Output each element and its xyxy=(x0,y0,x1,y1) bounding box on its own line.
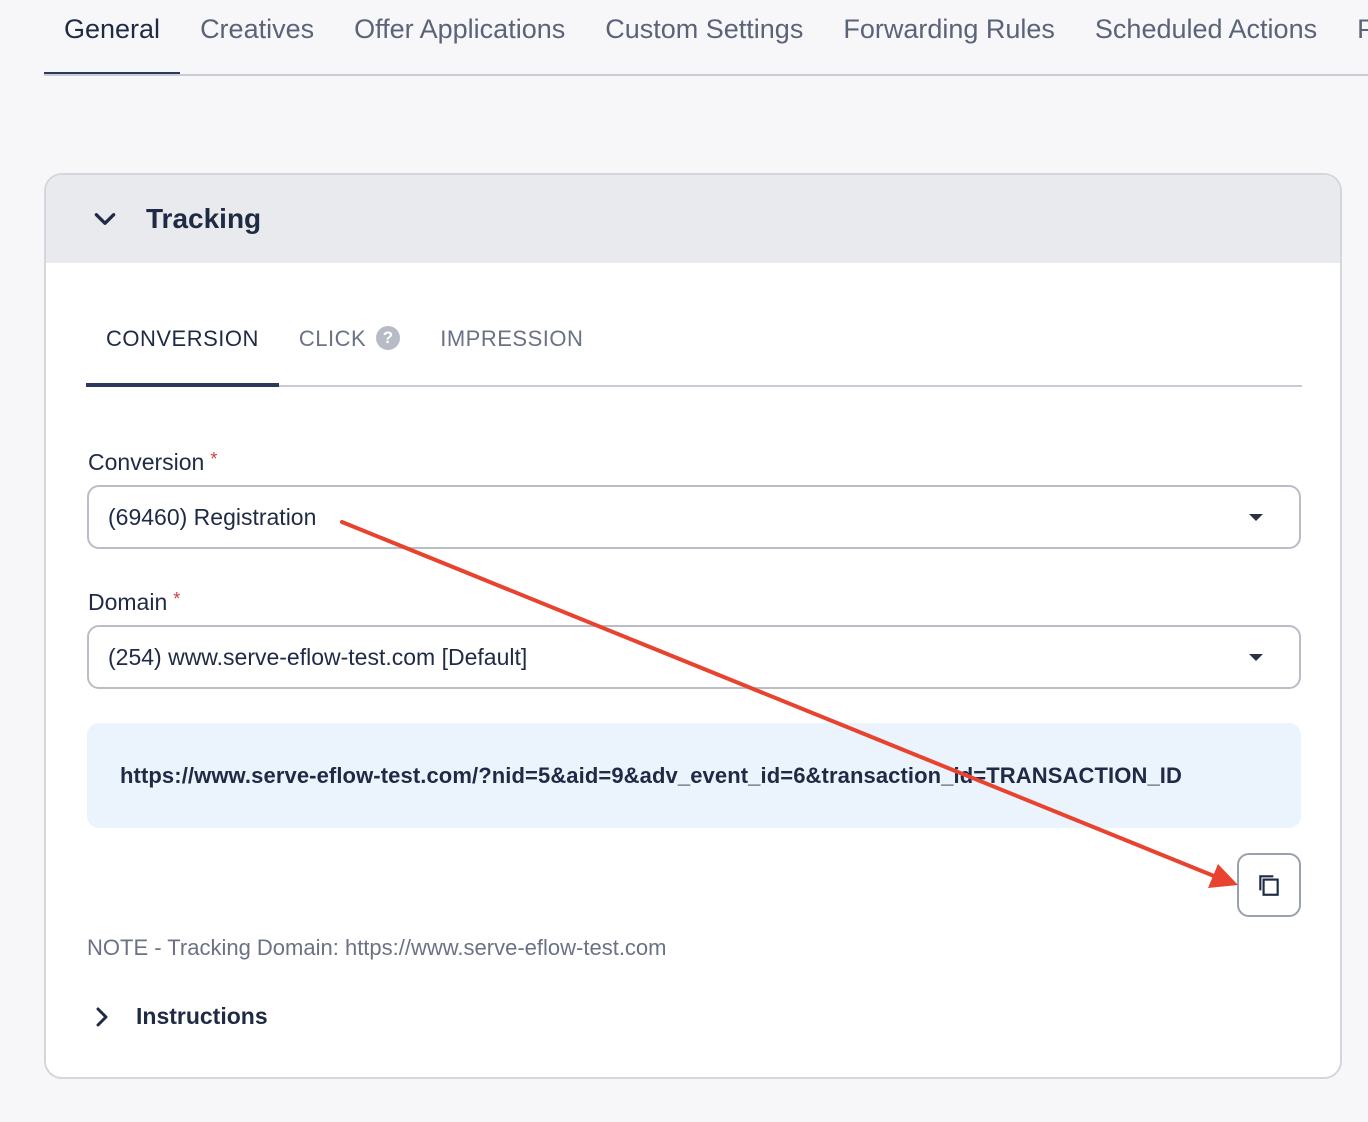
tab-scheduled-actions[interactable]: Scheduled Actions xyxy=(1075,0,1337,74)
tab-custom-settings[interactable]: Custom Settings xyxy=(585,0,823,74)
tracking-domain-note: NOTE - Tracking Domain: https://www.serv… xyxy=(87,935,667,960)
tab-impression[interactable]: IMPRESSION xyxy=(420,293,603,385)
card-title: Tracking xyxy=(146,203,262,234)
tracking-card: Tracking CONVERSION CLICK ? IMPRESSION C… xyxy=(44,173,1342,1079)
tab-truncated[interactable]: Po xyxy=(1337,0,1368,74)
tab-click-label: CLICK xyxy=(298,326,367,351)
tracking-sub-tabs: CONVERSION CLICK ? IMPRESSION xyxy=(86,293,1302,387)
caret-down-icon xyxy=(1249,654,1263,661)
required-marker: * xyxy=(210,449,218,469)
copy-button[interactable] xyxy=(1237,853,1301,917)
caret-down-icon xyxy=(1249,514,1263,521)
chevron-down-icon xyxy=(94,213,116,225)
tab-conversion-label: CONVERSION xyxy=(106,326,259,351)
domain-label: Domain * xyxy=(88,589,180,616)
instructions-toggle[interactable]: Instructions xyxy=(90,1003,268,1030)
tab-conversion[interactable]: CONVERSION xyxy=(86,293,279,387)
instructions-label: Instructions xyxy=(136,1003,268,1029)
tracking-url-box: https://www.serve-eflow-test.com/?nid=5&… xyxy=(87,723,1301,828)
chevron-right-icon xyxy=(96,1007,108,1026)
tracking-card-header[interactable]: Tracking xyxy=(46,175,1340,263)
conversion-select[interactable]: (69460) Registration xyxy=(87,485,1301,549)
tab-click[interactable]: CLICK ? xyxy=(279,293,420,385)
tab-general[interactable]: General xyxy=(44,0,181,74)
top-tab-bar: General Creatives Offer Applications Cus… xyxy=(44,0,1368,76)
tab-offer-applications[interactable]: Offer Applications xyxy=(334,0,585,74)
domain-select-value: (254) www.serve-eflow-test.com [Default] xyxy=(108,643,528,670)
required-marker: * xyxy=(173,589,181,609)
conversion-label: Conversion * xyxy=(88,449,217,476)
tab-creatives[interactable]: Creatives xyxy=(180,0,334,74)
tab-impression-label: IMPRESSION xyxy=(440,326,584,351)
conversion-select-value: (69460) Registration xyxy=(108,503,317,530)
tracking-url: https://www.serve-eflow-test.com/?nid=5&… xyxy=(120,762,1182,788)
conversion-label-text: Conversion xyxy=(88,449,205,475)
copy-icon xyxy=(1259,875,1279,896)
tab-forwarding-rules[interactable]: Forwarding Rules xyxy=(823,0,1075,74)
domain-label-text: Domain xyxy=(88,589,168,615)
help-icon[interactable]: ? xyxy=(376,326,401,350)
domain-select[interactable]: (254) www.serve-eflow-test.com [Default] xyxy=(87,625,1301,689)
